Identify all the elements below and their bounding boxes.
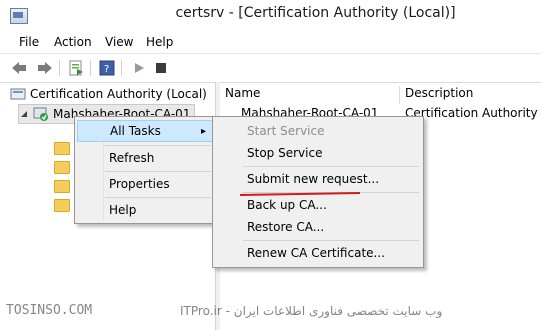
submenu-arrow-icon: ▸ <box>200 125 206 137</box>
toolbar-separator <box>121 60 122 76</box>
list-item-description: Certification Authority <box>405 106 538 120</box>
menu-item-restore-ca[interactable]: Restore CA... <box>215 216 421 238</box>
help-book-icon[interactable]: ? <box>98 59 116 77</box>
menu-action[interactable]: Action <box>54 35 92 49</box>
watermark-tosinso: TOSINSO.COM <box>6 303 93 318</box>
menu-file[interactable]: File <box>19 35 39 49</box>
forward-arrow-icon[interactable] <box>36 59 54 77</box>
title-bar: certsrv - [Certification Authority (Loca… <box>0 0 541 32</box>
expand-toggle-icon[interactable] <box>19 109 29 119</box>
menu-item-refresh[interactable]: Refresh <box>77 147 213 169</box>
context-menu: All Tasks ▸ Refresh Properties Help <box>74 116 216 224</box>
column-header-description[interactable]: Description <box>400 86 541 104</box>
window-title: certsrv - [Certification Authority (Loca… <box>175 5 456 21</box>
folder-icon <box>54 179 70 193</box>
menu-separator <box>243 166 419 167</box>
menu-bar: File Action View Help <box>0 32 541 52</box>
menu-item-stop-service[interactable]: Stop Service <box>215 142 421 164</box>
folder-icon <box>54 198 70 212</box>
ca-running-icon <box>33 107 48 121</box>
export-list-icon[interactable] <box>67 59 85 77</box>
menu-separator <box>105 171 211 172</box>
svg-text:?: ? <box>104 64 109 75</box>
folder-icon <box>54 160 70 174</box>
tree-item-root[interactable]: Certification Authority (Local) <box>10 85 207 103</box>
toolbar-separator <box>59 60 60 76</box>
tree-root-label: Certification Authority (Local) <box>30 87 207 101</box>
start-service-icon[interactable] <box>130 59 148 77</box>
menu-item-all-tasks[interactable]: All Tasks ▸ <box>77 120 213 142</box>
menu-separator <box>243 240 419 241</box>
menu-help[interactable]: Help <box>146 35 173 49</box>
toolbar: ? <box>0 53 541 83</box>
folder-icon <box>54 141 70 155</box>
menu-item-renew-ca-certificate[interactable]: Renew CA Certificate... <box>215 242 421 264</box>
tree-item-folder[interactable] <box>54 139 70 157</box>
stop-service-icon[interactable] <box>152 59 170 77</box>
tree-item-folder[interactable] <box>54 177 70 195</box>
menu-item-submit-new-request[interactable]: Submit new request... <box>215 168 421 190</box>
menu-view[interactable]: View <box>105 35 133 49</box>
tree-item-folder[interactable] <box>54 158 70 176</box>
watermark-itpro: ITPro.ir - وب سایت تخصصی فناوری اطلاعات … <box>180 304 443 318</box>
back-arrow-icon[interactable] <box>10 59 28 77</box>
menu-item-all-tasks-label: All Tasks <box>110 124 161 138</box>
menu-item-start-service: Start Service <box>247 124 325 138</box>
toolbar-separator <box>90 60 91 76</box>
menu-item-help[interactable]: Help <box>77 199 213 221</box>
menu-separator <box>105 197 211 198</box>
menu-item-back-up-ca[interactable]: Back up CA... <box>215 194 421 216</box>
tree-item-folder[interactable] <box>54 196 70 214</box>
menu-item-properties[interactable]: Properties <box>77 173 213 195</box>
menu-separator <box>105 145 211 146</box>
column-header-name[interactable]: Name <box>220 86 400 104</box>
certification-authority-icon <box>10 88 26 100</box>
